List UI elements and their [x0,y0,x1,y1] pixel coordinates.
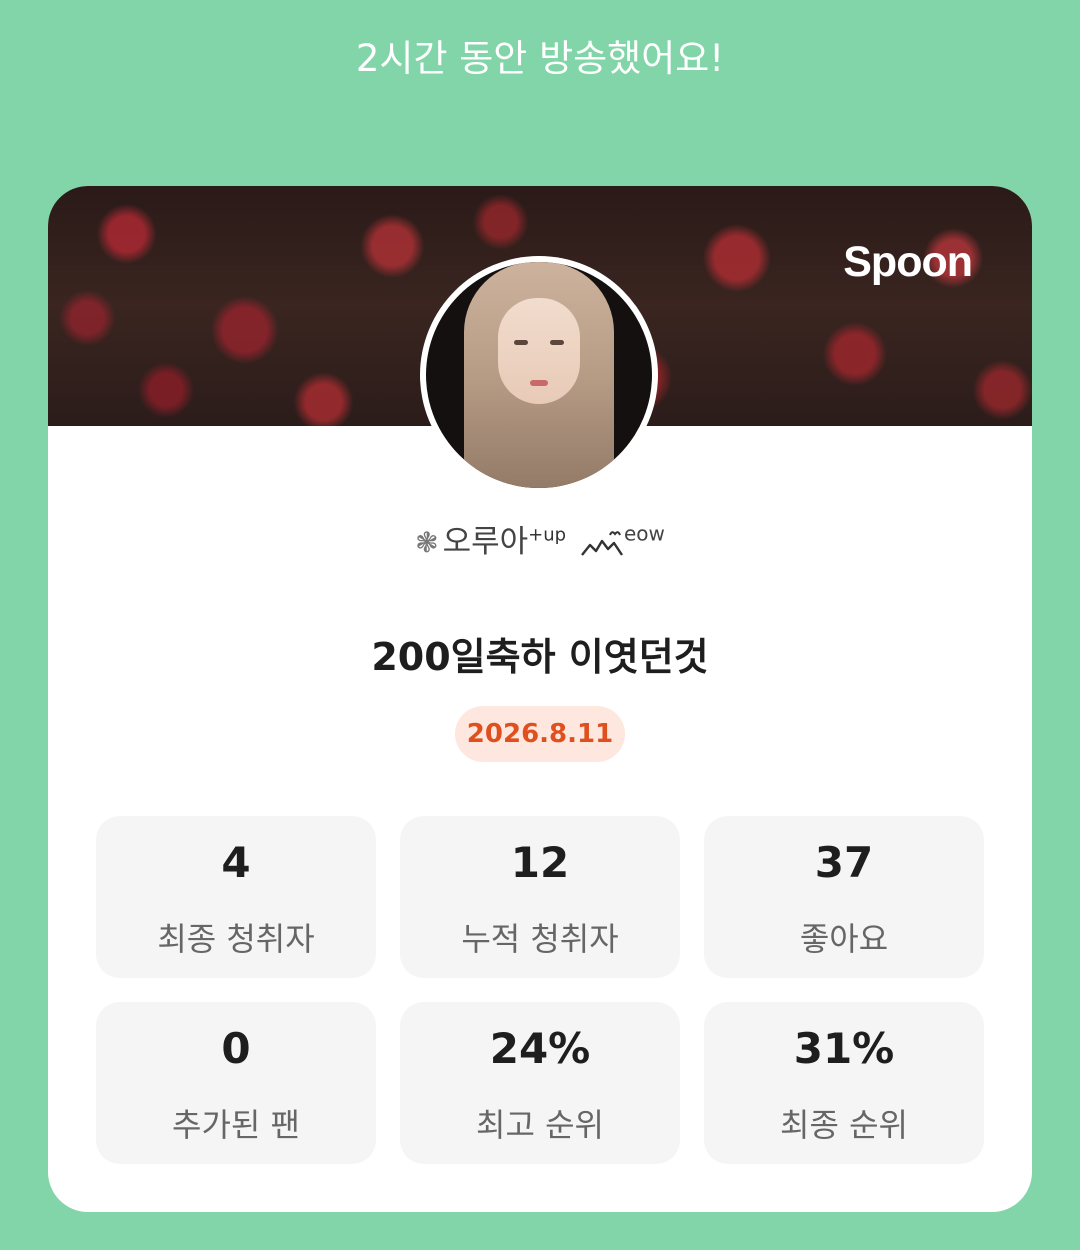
stat-label: 최고 순위 [476,1106,604,1144]
stat-best-rank: 24% 최고 순위 [400,1002,680,1164]
avatar [420,256,658,494]
stat-value: 24% [489,1024,591,1073]
stat-value: 0 [221,1024,251,1073]
mountain-doodle-icon [581,530,623,556]
stat-final-rank: 31% 최종 순위 [704,1002,984,1164]
avatar-face [498,298,580,404]
nickname-tail: eow [623,521,665,546]
stat-value: 31% [793,1024,895,1073]
broadcast-duration-message: 2시간 동안 방송했어요! [355,37,725,80]
avatar-lips [530,380,548,386]
stat-label: 좋아요 [799,920,889,958]
dj-nickname: ❃ 오루아+up eow [48,516,1032,561]
nickname-superscript: +up [528,524,567,546]
stat-value: 37 [814,838,874,887]
avatar-photo [426,262,652,488]
flower-icon: ❃ [415,526,439,559]
date-badge: 2026.8.11 [455,706,625,762]
stat-final-listeners: 4 최종 청취자 [96,816,376,978]
stat-value: 12 [510,838,570,887]
stat-label: 최종 청취자 [157,920,315,958]
stat-total-listeners: 12 누적 청취자 [400,816,680,978]
stat-new-fans: 0 추가된 팬 [96,1002,376,1164]
stat-likes: 37 좋아요 [704,816,984,978]
spoon-logo: Spoon [843,238,973,286]
nickname-text: 오루아 [442,524,529,560]
broadcast-title: 200일축하 이엿던것 [371,635,709,679]
stat-value: 4 [221,838,251,887]
stat-label: 누적 청취자 [461,920,619,958]
broadcast-summary-card: Spoon ❃ 오루아+up eow 200일축하 이엿던것 2026.8.11 … [48,186,1032,1212]
stat-label: 최종 순위 [780,1106,908,1144]
avatar-eye-right [550,340,564,345]
avatar-eye-left [514,340,528,345]
stat-label: 추가된 팬 [172,1106,300,1144]
